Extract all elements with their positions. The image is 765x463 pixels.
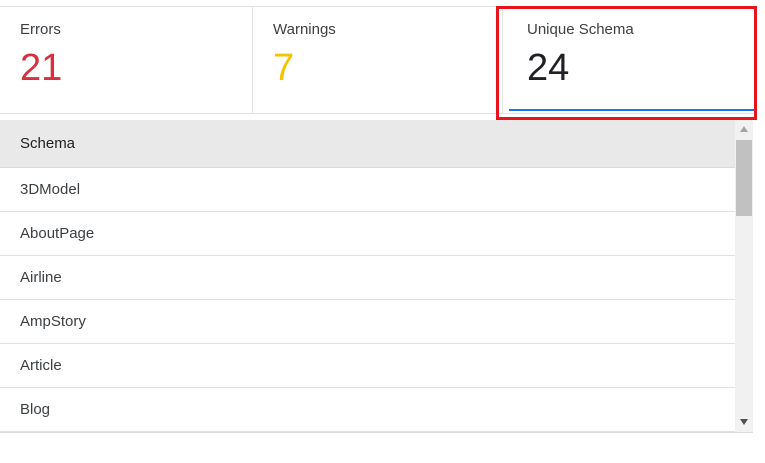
warnings-card[interactable]: Warnings 7 — [252, 7, 502, 113]
schema-table-body: Schema 3DModel AboutPage Airline AmpStor… — [0, 120, 735, 432]
unique-schema-count: 24 — [527, 47, 570, 89]
scroll-down-button[interactable] — [735, 415, 753, 431]
scroll-thumb[interactable] — [736, 140, 752, 216]
table-scrollbar[interactable] — [735, 120, 753, 432]
unique-schema-card[interactable]: Unique Schema 24 — [502, 7, 756, 113]
scroll-up-button[interactable] — [735, 122, 753, 138]
unique-schema-label: Unique Schema — [527, 21, 634, 38]
table-row[interactable]: Blog — [0, 388, 735, 432]
schema-column-header[interactable]: Schema — [0, 120, 735, 168]
warnings-count: 7 — [273, 47, 295, 89]
triangle-up-icon — [740, 126, 748, 132]
schema-table: Schema 3DModel AboutPage Airline AmpStor… — [0, 120, 753, 433]
triangle-down-icon — [740, 419, 748, 425]
table-row[interactable]: 3DModel — [0, 168, 735, 212]
active-tab-indicator — [509, 109, 754, 111]
summary-stats: Errors 21 Warnings 7 Unique Schema 24 — [0, 6, 756, 114]
errors-label: Errors — [20, 21, 61, 38]
table-row[interactable]: AmpStory — [0, 300, 735, 344]
table-row[interactable]: Airline — [0, 256, 735, 300]
errors-card[interactable]: Errors 21 — [0, 7, 252, 113]
warnings-label: Warnings — [273, 21, 336, 38]
table-row[interactable]: AboutPage — [0, 212, 735, 256]
errors-count: 21 — [20, 47, 63, 89]
table-row[interactable]: Article — [0, 344, 735, 388]
